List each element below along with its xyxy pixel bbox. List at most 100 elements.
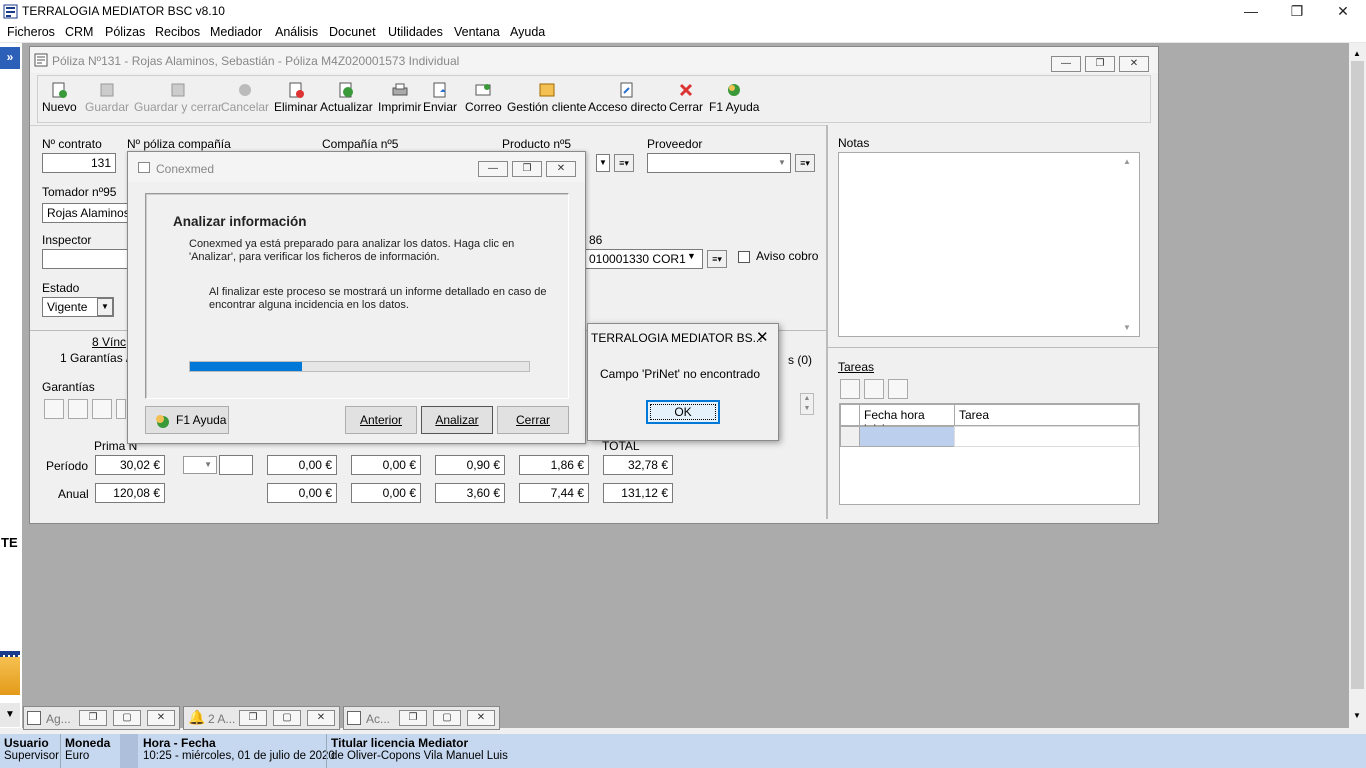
col-fecha-header[interactable]: Fecha hora inicio [859, 404, 955, 436]
maximize-button[interactable]: ▢ [273, 710, 301, 726]
child-minimize-button[interactable]: — [1051, 56, 1081, 72]
ok-button[interactable]: OK [646, 400, 720, 424]
anual-v5[interactable]: 7,44 € [519, 483, 589, 503]
grid-cell-fecha[interactable] [859, 426, 955, 447]
help-button[interactable]: F1 Ayuda [145, 406, 229, 434]
imprimir-button[interactable]: Imprimir [378, 82, 421, 114]
menu-recibos[interactable]: Recibos [155, 25, 200, 39]
copy-garantia-icon[interactable] [68, 399, 88, 419]
grid-cell-tarea[interactable] [954, 426, 1139, 447]
chevron-down-icon[interactable]: ▼ [97, 298, 113, 316]
menu-ayuda[interactable]: Ayuda [510, 25, 545, 39]
scroll-down-icon[interactable]: ▼ [1123, 323, 1131, 332]
anual-total[interactable]: 131,12 € [603, 483, 673, 503]
conexmed-close-button[interactable]: ✕ [546, 161, 576, 177]
restore-button[interactable]: ❐ [79, 710, 107, 726]
maximize-button[interactable]: ▢ [113, 710, 141, 726]
conexmed-minimize-button[interactable]: — [478, 161, 508, 177]
minimized-window-3[interactable]: Ac... ❐ ▢ ✕ [343, 706, 500, 730]
cuenta-lookup-button[interactable]: ≡▾ [707, 250, 727, 268]
col-tarea-header[interactable]: Tarea [954, 404, 1139, 426]
n-contrato-field[interactable]: 131 [42, 153, 116, 173]
restore-button[interactable]: ❐ [239, 710, 267, 726]
guardar-cerrar-button[interactable]: Guardar y cerrar [134, 82, 222, 114]
add-garantia-icon[interactable] [44, 399, 64, 419]
minimized-window-2[interactable]: 🔔 2 A... ❐ ▢ ✕ [183, 706, 340, 730]
correo-button[interactable]: Correo [465, 82, 502, 114]
menu-crm[interactable]: CRM [65, 25, 93, 39]
periodo-total[interactable]: 32,78 € [603, 455, 673, 475]
menu-polizas[interactable]: Pólizas [105, 25, 145, 39]
producto-dropdown[interactable]: ▼ [596, 154, 610, 172]
eliminar-button[interactable]: Eliminar [274, 82, 317, 114]
periodo-v4[interactable]: 0,90 € [435, 455, 505, 475]
menu-utilidades[interactable]: Utilidades [388, 25, 443, 39]
menu-analisis[interactable]: Análisis [275, 25, 318, 39]
proveedor-lookup-button[interactable]: ≡▾ [795, 154, 815, 172]
anterior-button[interactable]: Anterior [345, 406, 417, 434]
nuevo-button[interactable]: Nuevo [42, 82, 77, 114]
anual-prima[interactable]: 120,08 € [95, 483, 165, 503]
actualizar-button[interactable]: Actualizar [320, 82, 373, 114]
cerrar-dialog-button[interactable]: Cerrar [497, 406, 569, 434]
chevron-down-icon[interactable]: ▼ [775, 155, 789, 171]
guardar-button[interactable]: Guardar [85, 82, 129, 114]
periodo-extra[interactable] [219, 455, 253, 475]
child-restore-button[interactable]: ❐ [1085, 56, 1115, 72]
menu-ventana[interactable]: Ventana [454, 25, 500, 39]
scroll-down-icon[interactable]: ▼ [0, 703, 20, 727]
tomador-field[interactable]: Rojas Alaminos, S [42, 203, 128, 223]
ayuda-button[interactable]: F1 Ayuda [709, 82, 759, 114]
notas-textarea[interactable]: ▲ ▼ [838, 152, 1140, 337]
producto-lookup-button[interactable]: ≡▾ [614, 154, 634, 172]
menu-docunet[interactable]: Docunet [329, 25, 376, 39]
delete-garantia-icon[interactable] [116, 399, 126, 419]
periodo-select[interactable]: ▼ [183, 456, 217, 474]
tab-other[interactable]: s (0) [788, 353, 812, 367]
analizar-button[interactable]: Analizar [421, 406, 493, 434]
expand-panel-button[interactable]: » [0, 47, 20, 69]
menu-mediador[interactable]: Mediador [210, 25, 262, 39]
enviar-button[interactable]: Enviar [423, 82, 457, 114]
scroll-thumb[interactable] [1351, 61, 1364, 689]
aviso-cobro-checkbox[interactable] [738, 251, 750, 263]
scroll-up-icon[interactable]: ▲ [1123, 157, 1131, 166]
menu-ficheros[interactable]: Ficheros [7, 25, 55, 39]
restore-button[interactable]: ❐ [399, 710, 427, 726]
cerrar-button[interactable]: Cerrar [669, 82, 703, 114]
row-selector[interactable] [840, 426, 860, 447]
close-button[interactable]: ✕ [1320, 0, 1366, 23]
close-button[interactable]: ✕ [307, 710, 335, 726]
delete-tarea-icon[interactable] [888, 379, 908, 399]
inspector-field[interactable] [42, 249, 128, 269]
minimized-window-1[interactable]: Ag... ❐ ▢ ✕ [23, 706, 180, 730]
periodo-v5[interactable]: 1,86 € [519, 455, 589, 475]
minimize-button[interactable]: — [1228, 0, 1274, 23]
anual-v4[interactable]: 3,60 € [435, 483, 505, 503]
gestion-cliente-button[interactable]: Gestión cliente [507, 82, 586, 114]
spin-icon[interactable]: ▲ ▼ [800, 393, 814, 415]
message-box-close-icon[interactable]: ✕ [756, 328, 769, 346]
panel-splitter[interactable] [826, 125, 828, 519]
add-tarea-icon[interactable] [840, 379, 860, 399]
edit-garantia-icon[interactable] [92, 399, 112, 419]
scroll-up-icon[interactable]: ▲ [1353, 49, 1361, 58]
mdi-scrollbar[interactable]: ▲ ▼ [1349, 43, 1366, 728]
close-button[interactable]: ✕ [467, 710, 495, 726]
tab-garantias[interactable]: 1 Garantías / [60, 351, 129, 365]
periodo-v3[interactable]: 0,00 € [351, 455, 421, 475]
periodo-v2[interactable]: 0,00 € [267, 455, 337, 475]
restore-button[interactable]: ❐ [1274, 0, 1320, 23]
cuenta-select[interactable]: 010001330 COR1 [585, 249, 703, 269]
cancelar-button[interactable]: Cancelar [221, 82, 269, 114]
anual-v3[interactable]: 0,00 € [351, 483, 421, 503]
chevron-down-icon[interactable]: ▼ [687, 251, 696, 261]
scroll-down-icon[interactable]: ▼ [1353, 711, 1361, 720]
periodo-prima[interactable]: 30,02 € [95, 455, 165, 475]
anual-v2[interactable]: 0,00 € [267, 483, 337, 503]
tab-vinculos[interactable]: 8 Vínc [92, 335, 126, 349]
tareas-grid[interactable]: Fecha hora inicio Tarea [839, 403, 1140, 505]
conexmed-maximize-button[interactable]: ❐ [512, 161, 542, 177]
edit-tarea-icon[interactable] [864, 379, 884, 399]
maximize-button[interactable]: ▢ [433, 710, 461, 726]
